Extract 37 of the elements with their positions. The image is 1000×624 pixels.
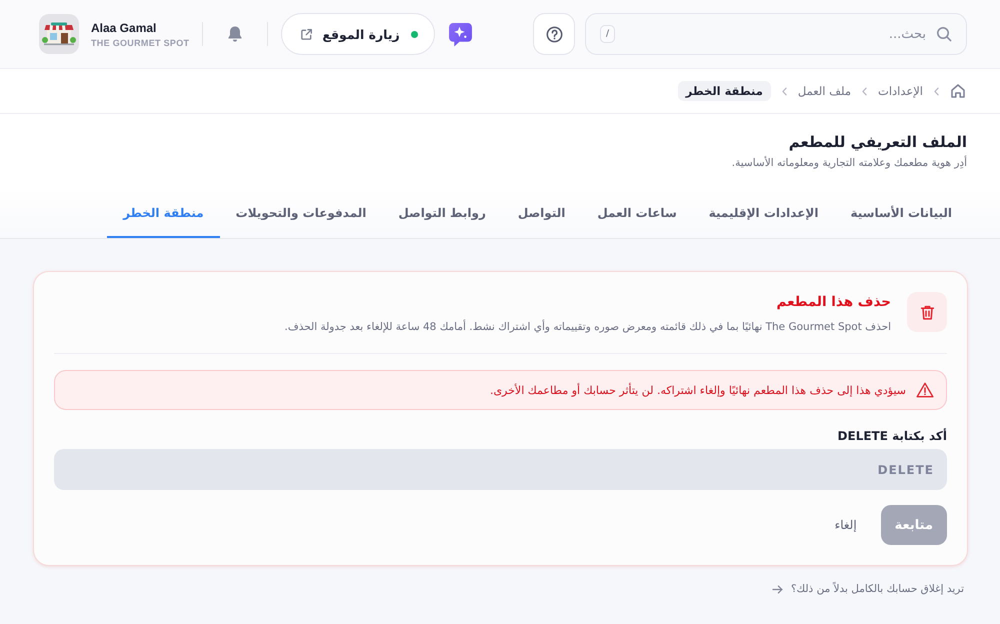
breadcrumb-link[interactable]: ملف العمل [798,84,851,98]
tab[interactable]: التواصل [502,190,582,238]
storefront-logo [39,14,79,54]
tab[interactable]: ساعات العمل [581,190,693,238]
shortcut-key-hint: / [600,25,616,43]
chevron-icon [780,86,788,96]
trash-icon [907,292,947,332]
warning-icon [916,382,934,398]
sparkle-chat-icon[interactable] [448,22,473,46]
confirm-label: أكد بكتابة DELETE [836,428,947,444]
breadcrumb-link[interactable]: الإعدادات [878,84,923,98]
external-link-icon [300,28,314,40]
help-icon [546,26,562,42]
tab[interactable]: منطقة الخطر [107,190,220,238]
page-subtitle: أدِر هوية مطعمك وعلامته التجارية ومعلوماته الأساسية. [730,156,968,171]
search-icon [936,26,952,42]
warning-text: سيؤدي هذا إلى حذف هذا المطعم نهائيًا وإلغاء اشتراكه. لن يتأثر حسابك أو مطاعمك الأخرى. [490,384,906,396]
arrow-icon [772,584,783,594]
tab[interactable]: الإعدادات الإقليمية [692,190,834,238]
cancel-button[interactable]: إلغاء [824,509,867,541]
restaurant-name: THE GOURMET SPOT [91,38,190,48]
user-name: Alaa Gamal [91,20,158,34]
home-icon[interactable] [950,83,966,99]
page-title: الملف التعريفي للمطعم [788,132,968,152]
tab[interactable]: المدفوعات والتحويلات [220,190,382,238]
chevron-icon [861,86,868,96]
close-account-link[interactable]: تريد إغلاق حسابك بالكامل بدلاً من ذلك؟ [790,583,964,595]
tab[interactable]: البيانات الأساسية [834,190,968,238]
danger-title: حذف هذا المطعم [776,293,891,311]
bell-icon[interactable] [226,25,244,43]
current-breadcrumb: منطقة الخطر [678,81,771,101]
tab[interactable]: روابط التواصل [382,190,502,238]
chevron-icon [933,86,940,96]
visit-site-button[interactable]: زيارة الموقع [281,13,435,55]
danger-description: احذف The Gourmet Spot نهائيًا بما في ذلك قائمته ومعرض صوره وتقييماته وأي اشتراك نشط. أمامك 48 ساعة للإلغاء بعد جدولة الحذف. [284,320,891,335]
confirm-input[interactable]: DELETE [54,449,947,490]
help-button[interactable] [533,13,575,55]
